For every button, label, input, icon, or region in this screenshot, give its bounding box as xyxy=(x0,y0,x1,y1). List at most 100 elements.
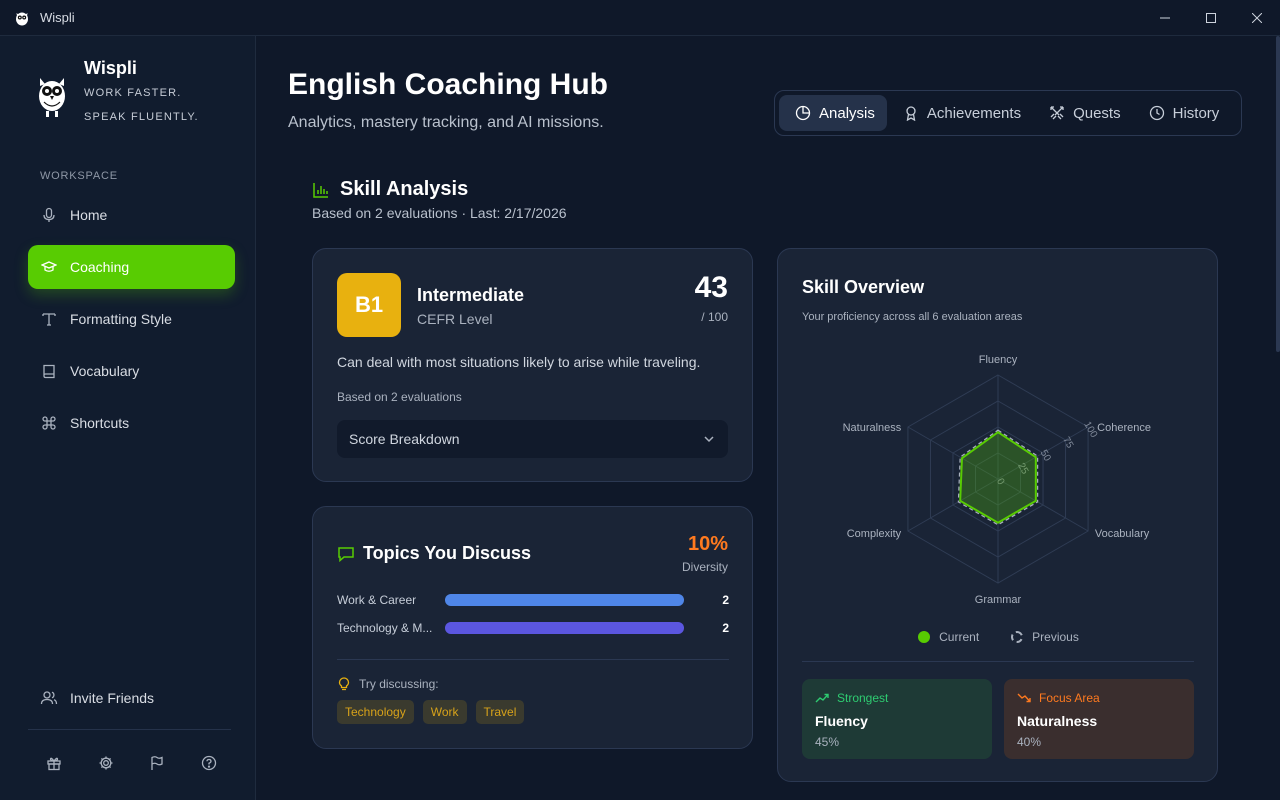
sidebar-item-home[interactable]: Home xyxy=(28,193,235,237)
topic-count: 2 xyxy=(722,621,729,635)
topics-divider xyxy=(337,659,729,660)
sidebar-item-label: Coaching xyxy=(70,259,130,275)
trending-up-icon xyxy=(815,691,829,705)
invite-friends-button[interactable]: Invite Friends xyxy=(28,676,235,720)
sidebar-item-formatting-style[interactable]: Formatting Style xyxy=(28,297,235,341)
skill-radar-chart: 0255075100FluencyCoherenceVocabularyGram… xyxy=(843,354,1151,606)
scrollbar-thumb[interactable] xyxy=(1276,36,1280,352)
tab-label: Achievements xyxy=(926,104,1022,122)
owl-logo-icon xyxy=(39,78,65,117)
topic-count: 2 xyxy=(722,593,729,607)
strongest-skill-name: Fluency xyxy=(815,713,868,729)
sidebar-item-shortcuts[interactable]: Shortcuts xyxy=(28,401,235,445)
focus-area-card: Focus Area Naturalness 40% xyxy=(1004,679,1194,759)
invite-friends-label: Invite Friends xyxy=(70,690,155,706)
page-title: English Coaching Hub xyxy=(288,68,608,101)
legend-previous: Previous xyxy=(1011,630,1079,644)
help-icon[interactable] xyxy=(198,752,220,774)
sidebar-item-label: Formatting Style xyxy=(70,311,172,327)
sidebar-divider xyxy=(28,729,231,730)
swords-icon xyxy=(1049,105,1065,121)
brand: Wispli WORK FASTER. SPEAK FLUENTLY. xyxy=(36,58,199,129)
sidebar-item-vocabulary[interactable]: Vocabulary xyxy=(28,349,235,393)
gift-icon[interactable] xyxy=(43,752,65,774)
cefr-level-type: CEFR Level xyxy=(417,311,493,327)
topic-bar-track xyxy=(445,594,684,606)
bar-chart-icon xyxy=(312,181,330,199)
skill-overview-title: Skill Overview xyxy=(802,277,925,297)
lightbulb-icon xyxy=(337,677,351,691)
topic-bar-fill xyxy=(445,622,684,634)
topic-row: Work & Career 2 xyxy=(337,592,729,608)
radar-axis-label: Grammar xyxy=(975,594,1022,606)
radar-axis-label: Coherence xyxy=(1097,422,1151,434)
tab-history[interactable]: History xyxy=(1133,95,1232,131)
score-breakdown-dropdown[interactable]: Score Breakdown xyxy=(337,420,728,458)
skill-analysis-title: Skill Analysis xyxy=(340,178,469,200)
radar-axis-label: Naturalness xyxy=(843,422,902,434)
window-title: Wispli xyxy=(40,10,75,25)
focus-skill-value: 40% xyxy=(1017,735,1042,749)
overview-divider xyxy=(802,661,1194,662)
diversity-value: 10% xyxy=(687,533,728,555)
main-scrollbar[interactable] xyxy=(1274,36,1280,800)
sidebar-item-label: Home xyxy=(70,207,108,223)
award-icon xyxy=(903,105,919,121)
radar-axis-label: Fluency xyxy=(979,354,1018,366)
gear-icon[interactable] xyxy=(95,752,117,774)
radar-legend: Current Previous xyxy=(778,630,1219,644)
radar-tick-label: 50 xyxy=(1038,448,1053,464)
topic-suggestion-chip[interactable]: Technology xyxy=(337,700,414,724)
tab-label: Quests xyxy=(1073,104,1121,122)
clock-icon xyxy=(1149,105,1165,121)
skill-analysis-subtitle: Based on 2 evaluations · Last: 2/17/2026 xyxy=(312,205,567,221)
book-icon xyxy=(40,362,58,380)
sidebar-item-label: Shortcuts xyxy=(70,415,130,431)
maximize-icon xyxy=(1206,13,1216,23)
topic-row: Technology & M... 2 xyxy=(337,620,729,636)
legend-current: Current xyxy=(918,630,979,644)
strongest-skill-card: Strongest Fluency 45% xyxy=(802,679,992,759)
tab-quests[interactable]: Quests xyxy=(1033,95,1133,131)
evaluations-count: Based on 2 evaluations xyxy=(337,390,462,404)
topic-bar-track xyxy=(445,622,684,634)
overall-score-max: / 100 xyxy=(701,310,728,324)
tab-achievements[interactable]: Achievements xyxy=(887,95,1033,131)
tab-label: History xyxy=(1172,104,1220,122)
maximize-button[interactable] xyxy=(1188,0,1234,36)
close-icon xyxy=(1252,13,1262,23)
legend-current-swatch xyxy=(918,631,931,643)
focus-area-label: Focus Area xyxy=(1039,691,1100,705)
strongest-label: Strongest xyxy=(837,691,889,705)
topic-name: Work & Career xyxy=(337,593,417,607)
focus-skill-name: Naturalness xyxy=(1017,713,1098,729)
pie-chart-icon xyxy=(795,105,811,121)
diversity-label: Diversity xyxy=(681,560,728,574)
topic-bar-fill xyxy=(445,594,684,606)
close-button[interactable] xyxy=(1234,0,1280,36)
chevron-down-icon xyxy=(704,436,714,443)
score-breakdown-label: Score Breakdown xyxy=(349,431,460,447)
overall-score: 43 xyxy=(694,271,728,304)
topic-suggestion-chip[interactable]: Work xyxy=(422,700,467,724)
skill-overview-subtitle: Your proficiency across all 6 evaluation… xyxy=(802,311,1023,323)
legend-previous-label: Previous xyxy=(1032,630,1079,644)
chat-bubble-icon xyxy=(337,545,355,563)
sidebar-item-coaching[interactable]: Coaching xyxy=(28,245,235,289)
radar-tick-label: 75 xyxy=(1060,435,1075,451)
skill-analysis-heading: Skill Analysis xyxy=(312,178,468,201)
brand-tagline-line-2: SPEAK FLUENTLY. xyxy=(84,111,199,123)
owl-icon xyxy=(16,12,28,25)
tab-analysis[interactable]: Analysis xyxy=(779,95,887,131)
cefr-level-name: Intermediate xyxy=(417,285,525,305)
flag-icon[interactable] xyxy=(146,752,168,774)
topic-suggestion-chip[interactable]: Travel xyxy=(475,700,525,724)
window-titlebar: Wispli xyxy=(0,0,1280,36)
radar-axis-label: Complexity xyxy=(847,528,902,540)
minimize-icon xyxy=(1160,17,1170,19)
legend-previous-swatch xyxy=(1011,631,1024,643)
minimize-button[interactable] xyxy=(1142,0,1188,36)
command-icon xyxy=(40,414,58,432)
try-discussing-label: Try discussing: xyxy=(359,677,439,691)
graduation-cap-icon xyxy=(40,258,58,276)
